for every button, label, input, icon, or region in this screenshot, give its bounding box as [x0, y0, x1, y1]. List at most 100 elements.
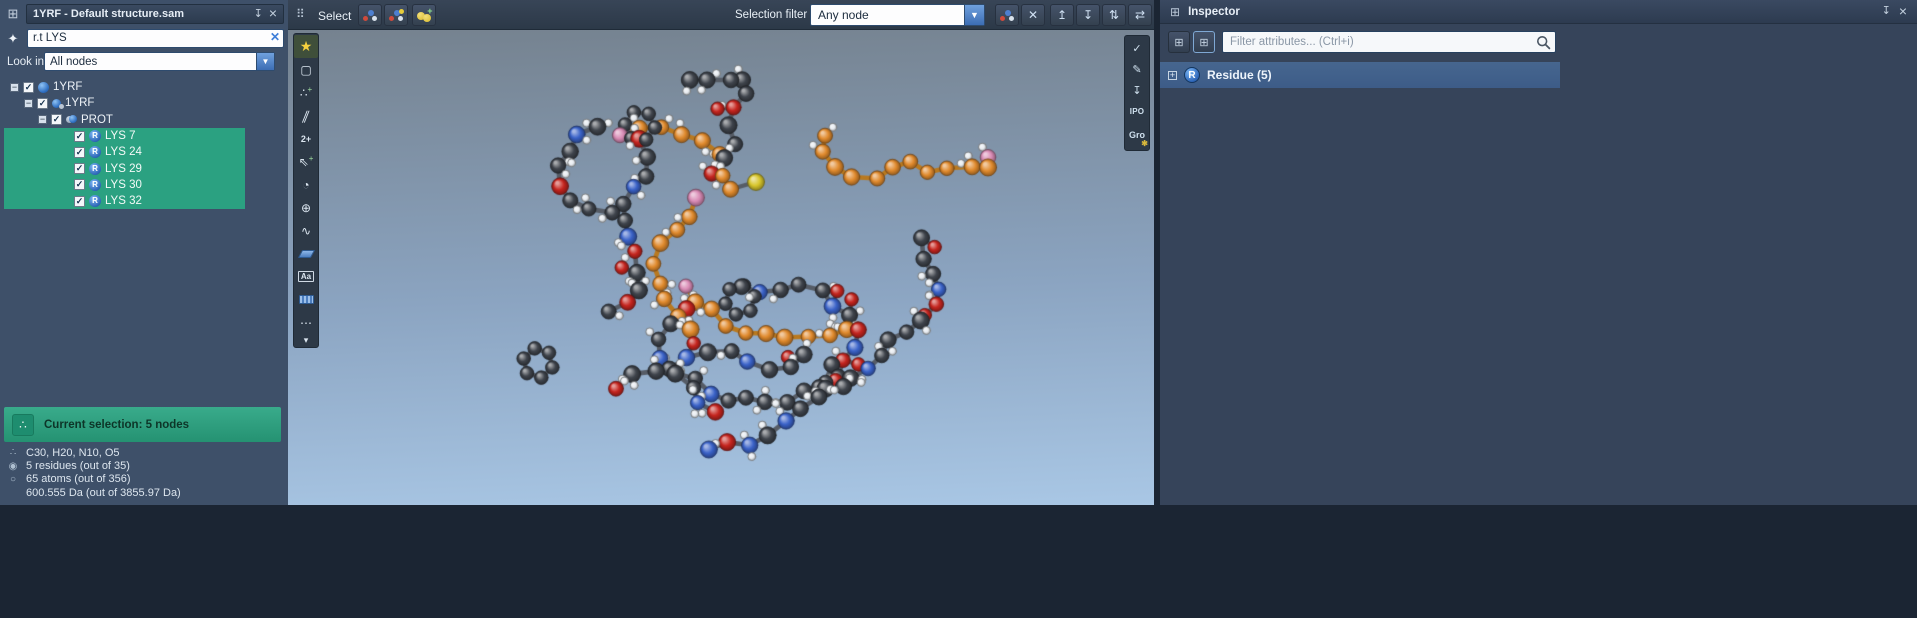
residue-icon: R	[89, 179, 101, 191]
text-annotation-tool[interactable]: Aa	[294, 265, 318, 288]
checkbox[interactable]: ✓	[74, 163, 85, 174]
swap-selection-button[interactable]: ⇄	[1128, 4, 1152, 26]
checkbox[interactable]: ✓	[37, 98, 48, 109]
select-groups-button[interactable]	[384, 4, 408, 26]
select-atoms-button[interactable]	[358, 4, 382, 26]
node-search-input[interactable]	[27, 29, 284, 48]
inspector-panel: ⊞ Inspector ↧ × ⊞ ⊞ + R Residue (5)	[1160, 0, 1917, 505]
spring-tool[interactable]: ∿	[294, 219, 318, 242]
selector-tool-icon[interactable]: ✦	[4, 30, 22, 48]
stat-row: 600.555 Da (out of 3855.97 Da)	[6, 486, 181, 499]
rect-select-tool[interactable]: ▢	[294, 58, 318, 81]
close-icon[interactable]: ×	[1899, 4, 1907, 18]
stat-row: ∴ C30, H20, N10, O5	[6, 446, 181, 459]
ruler-tool[interactable]	[294, 288, 318, 311]
close-icon[interactable]: ×	[269, 6, 277, 20]
check-icon: ✓	[76, 132, 84, 141]
attribute-filter-input[interactable]	[1223, 32, 1555, 52]
collapse-icon[interactable]: −	[24, 99, 33, 108]
clear-selection-button[interactable]: ✕	[1021, 4, 1045, 26]
grow-selection-button[interactable]: ⇅	[1102, 4, 1126, 26]
expand-icon[interactable]: +	[1168, 71, 1177, 80]
select-vdw-button[interactable]: +	[412, 4, 436, 26]
viewport: ★ ▢ ∴+ ∥ 2+ ⇖+ ◔ ⊕ ∿ Aa ⋯ ▾ ✓ ✎ ↧ IPO Gr…	[288, 30, 1154, 505]
collapse-icon[interactable]: −	[38, 115, 47, 124]
tree-row-model[interactable]: − ✓ 1YRF	[0, 95, 288, 111]
checkbox[interactable]: ✓	[51, 114, 62, 125]
tree-row-residue[interactable]: ✓ R LYS 24	[4, 144, 245, 160]
inspector-title: Inspector	[1188, 6, 1874, 18]
look-in-dropdown[interactable]: All nodes ▼	[44, 52, 275, 71]
selection-stats: ∴ C30, H20, N10, O5 ◉ 5 residues (out of…	[6, 446, 181, 500]
tree-row-residue[interactable]: ✓ R LYS 32	[4, 193, 245, 209]
molecule-canvas[interactable]	[288, 30, 1154, 505]
document-title: 1YRF - Default structure.sam	[33, 8, 248, 20]
selection-filter-dropdown[interactable]: Any node ▼	[810, 4, 985, 26]
clear-search-icon[interactable]: ✕	[270, 30, 280, 44]
selection-filter-value: Any node	[811, 8, 964, 22]
pin-icon[interactable]: ↧	[1882, 6, 1891, 17]
pointer-add-tool[interactable]: ⇖+	[294, 150, 318, 173]
text-icon: Aa	[298, 271, 314, 282]
rail-scroll-arrow[interactable]: ▾	[294, 334, 318, 346]
residue-icon: R	[89, 130, 101, 142]
more-tools[interactable]: ⋯	[294, 311, 318, 334]
tree-label: LYS 32	[105, 195, 142, 207]
expand-selection-down-button[interactable]: ↧	[1076, 4, 1100, 26]
search-icon	[1536, 35, 1551, 55]
ruler-icon	[299, 295, 314, 304]
expand-selection-up-button[interactable]: ↥	[1050, 4, 1074, 26]
checkbox[interactable]: ✓	[74, 131, 85, 142]
document-node-icon	[38, 82, 49, 93]
tree-label: PROT	[81, 114, 113, 126]
tree-row-residue[interactable]: ✓ R LYS 29	[4, 160, 245, 176]
edit-icon[interactable]: ✎	[1125, 59, 1149, 80]
collapse-icon[interactable]: −	[10, 83, 19, 92]
grid-menu-icon[interactable]: ⠿	[296, 7, 305, 21]
export-down-icon[interactable]: ↧	[1125, 80, 1149, 101]
atoms-icon: ∴	[6, 447, 20, 458]
charge-tool[interactable]: 2+	[294, 127, 318, 150]
tree-row-root[interactable]: − ✓ 1YRF	[0, 79, 288, 95]
checkbox[interactable]: ✓	[74, 179, 85, 190]
select-tool-label: Select	[318, 9, 351, 23]
yellow-spheres-icon: +	[417, 9, 432, 22]
tree-row-residue[interactable]: ✓ R LYS 7	[4, 128, 245, 144]
stat-text: 600.555 Da (out of 3855.97 Da)	[26, 487, 181, 499]
measure-tool[interactable]: ∥	[294, 104, 318, 127]
residue-icon: R	[1184, 67, 1200, 83]
chain-node-icon	[66, 115, 77, 124]
residue-group-row[interactable]: + R Residue (5)	[1160, 62, 1560, 88]
molecule-plus-icon	[389, 9, 404, 22]
main-toolbar: ⠿ Select + Selection filter Any node ▼ ✕…	[288, 0, 1154, 30]
look-in-label: Look in	[7, 56, 44, 68]
document-panel: ⊞ 1YRF - Default structure.sam ↧ × ✦ ✕ L…	[0, 0, 288, 505]
tree-label: LYS 7	[105, 130, 135, 142]
selection-banner: ∴ Current selection: 5 nodes	[4, 407, 281, 442]
molecule-icon	[1000, 9, 1015, 22]
tree-row-chain[interactable]: − ✓ PROT	[0, 112, 288, 128]
tree-label: LYS 30	[105, 179, 142, 191]
inspector-filter-button[interactable]: ⊞	[1193, 31, 1215, 53]
eraser-icon	[297, 250, 314, 258]
add-atom-tool[interactable]: ∴+	[294, 81, 318, 104]
stat-text: C30, H20, N10, O5	[26, 447, 120, 459]
pin-icon[interactable]: ↧	[254, 9, 263, 20]
select-matching-button[interactable]	[995, 4, 1019, 26]
check-icon: ✓	[39, 99, 47, 108]
favorites-tool[interactable]: ★	[294, 35, 318, 58]
node-tree: − ✓ 1YRF − ✓ 1YRF − ✓ PROT ✓ R LYS 7 ✓ R…	[0, 79, 288, 209]
ipo-badge[interactable]: IPO	[1125, 101, 1149, 122]
globe-tool[interactable]: ⊕	[294, 196, 318, 219]
panel-menu-icon[interactable]: ⊞	[4, 5, 22, 23]
gro-badge[interactable]: Gro ✱	[1125, 122, 1149, 148]
tree-row-residue[interactable]: ✓ R LYS 30	[4, 177, 245, 193]
gauge-tool[interactable]: ◔	[294, 173, 318, 196]
look-in-value: All nodes	[45, 56, 256, 68]
eraser-tool[interactable]	[294, 242, 318, 265]
checkbox[interactable]: ✓	[74, 147, 85, 158]
checkbox[interactable]: ✓	[23, 82, 34, 93]
checkbox[interactable]: ✓	[74, 196, 85, 207]
inspector-grid-button[interactable]: ⊞	[1168, 31, 1190, 53]
validate-icon[interactable]: ✓	[1125, 38, 1149, 59]
